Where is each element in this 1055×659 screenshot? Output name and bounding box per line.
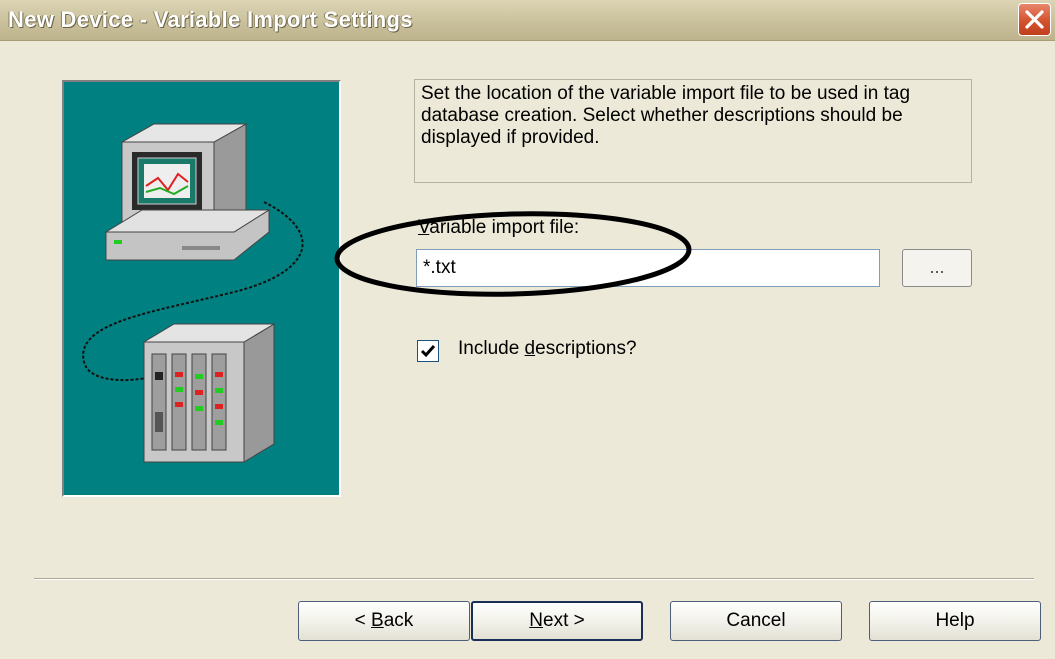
back-button[interactable]: < Back <box>298 601 470 641</box>
button-separator <box>34 578 1034 580</box>
checkmark-icon <box>420 345 436 358</box>
include-descriptions-label[interactable]: Include descriptions? <box>458 338 637 360</box>
browse-button[interactable]: ... <box>902 249 972 287</box>
title-bar[interactable]: New Device - Variable Import Settings <box>0 0 1055 41</box>
controller-rack-icon <box>142 323 276 463</box>
include-descriptions-checkbox[interactable] <box>417 340 439 362</box>
description-text: Set the location of the variable import … <box>414 79 972 183</box>
annotation-ellipse <box>334 211 692 297</box>
dialog-window: New Device - Variable Import Settings Se… <box>0 0 1055 659</box>
wizard-illustration <box>62 80 341 497</box>
window-title: New Device - Variable Import Settings <box>8 7 413 32</box>
cancel-button[interactable]: Cancel <box>670 601 842 641</box>
close-button[interactable] <box>1018 3 1051 36</box>
close-icon <box>1025 10 1044 29</box>
help-button[interactable]: Help <box>869 601 1041 641</box>
computer-icon <box>104 123 271 261</box>
next-button[interactable]: Next > <box>471 601 643 641</box>
